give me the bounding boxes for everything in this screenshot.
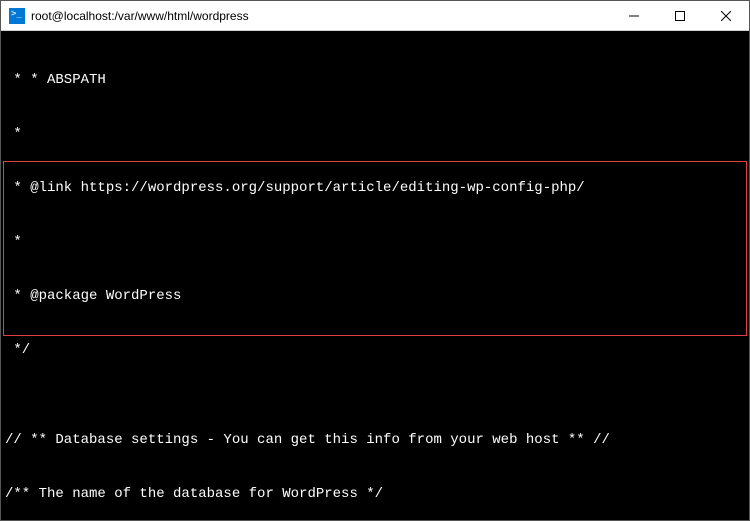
terminal-viewport[interactable]: * * ABSPATH * * @link https://wordpress.…: [1, 31, 749, 520]
code-line: // ** Database settings - You can get th…: [5, 431, 745, 449]
maximize-icon: [675, 11, 685, 21]
code-line: *: [5, 233, 745, 251]
code-line: * @package WordPress: [5, 287, 745, 305]
window-titlebar: root@localhost:/var/www/html/wordpress: [1, 1, 749, 31]
powershell-icon: [9, 8, 25, 24]
code-line: /** The name of the database for WordPre…: [5, 485, 745, 503]
close-button[interactable]: [703, 1, 749, 30]
code-line: * @link https://wordpress.org/support/ar…: [5, 179, 745, 197]
code-line: * * ABSPATH: [5, 71, 745, 89]
window-title: root@localhost:/var/www/html/wordpress: [31, 9, 611, 23]
code-line: */: [5, 341, 745, 359]
window-controls: [611, 1, 749, 30]
maximize-button[interactable]: [657, 1, 703, 30]
minimize-icon: [629, 11, 639, 21]
code-line: *: [5, 125, 745, 143]
minimize-button[interactable]: [611, 1, 657, 30]
close-icon: [721, 11, 731, 21]
